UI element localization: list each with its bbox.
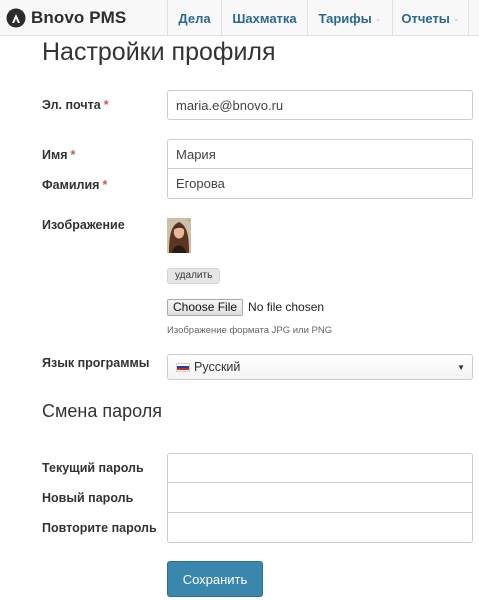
email-field[interactable] xyxy=(167,90,473,120)
caret-down-icon: ▼ xyxy=(457,363,465,372)
page-title: Настройки профиля xyxy=(42,38,276,66)
image-label: Изображение xyxy=(42,218,125,232)
nav-item-otchety[interactable]: Отчеты ⌄ xyxy=(392,0,468,36)
nav-item-overflow[interactable] xyxy=(468,0,479,36)
brand[interactable]: Bnovo PMS xyxy=(6,0,126,36)
email-label: Эл. почта * xyxy=(42,98,109,112)
language-label: Язык программы xyxy=(42,356,150,370)
last-name-label: Фамилия * xyxy=(42,178,107,192)
current-password-field[interactable] xyxy=(167,453,473,483)
language-select-value: Русский xyxy=(194,360,241,374)
password-section-title: Смена пароля xyxy=(42,401,162,421)
top-navbar: Bnovo PMS Дела Шахматка Тарифы ⌄ Отчеты … xyxy=(0,0,479,36)
required-marker: * xyxy=(70,148,76,162)
nav-item-label: Шахматка xyxy=(232,10,297,26)
brand-name: Bnovo PMS xyxy=(31,8,127,27)
delete-image-button[interactable]: удалить xyxy=(167,268,221,284)
nav-item-shakhmatka[interactable]: Шахматка xyxy=(221,0,307,36)
chevron-down-icon: ⌄ xyxy=(374,13,382,23)
nav-item-dela[interactable]: Дела xyxy=(167,0,221,36)
image-help-text: Изображение формата JPG или PNG xyxy=(167,325,333,336)
new-password-label: Новый пароль xyxy=(42,491,134,505)
avatar xyxy=(167,218,191,253)
new-password-field[interactable] xyxy=(167,483,473,513)
repeat-password-label: Повторите пароль xyxy=(42,521,157,535)
required-marker: * xyxy=(103,98,109,112)
nav-item-label: Отчеты xyxy=(401,10,450,26)
repeat-password-field[interactable] xyxy=(167,513,473,543)
required-marker: * xyxy=(102,178,108,192)
bnovo-logo-icon xyxy=(6,8,26,28)
avatar-photo xyxy=(167,218,191,253)
russia-flag-icon xyxy=(176,362,190,372)
nav-item-tarify[interactable]: Тарифы ⌄ xyxy=(307,0,392,36)
language-select[interactable]: Русский ▼ xyxy=(167,354,473,380)
nav-item-label: Дела xyxy=(178,10,211,26)
save-button[interactable]: Сохранить xyxy=(167,561,263,597)
email-label-text: Эл. почта xyxy=(42,98,101,112)
first-name-field[interactable] xyxy=(167,139,473,169)
first-name-label: Имя * xyxy=(42,148,75,162)
nav-item-label: Тарифы xyxy=(318,10,372,26)
current-password-label: Текущий пароль xyxy=(42,461,144,475)
file-status: No file chosen xyxy=(248,300,325,314)
chevron-down-icon: ⌄ xyxy=(452,13,460,23)
file-input: Choose File No file chosen xyxy=(167,298,324,316)
first-name-label-text: Имя xyxy=(42,148,68,162)
choose-file-button[interactable]: Choose File xyxy=(167,298,244,316)
last-name-field[interactable] xyxy=(167,169,473,199)
last-name-label-text: Фамилия xyxy=(42,178,100,192)
